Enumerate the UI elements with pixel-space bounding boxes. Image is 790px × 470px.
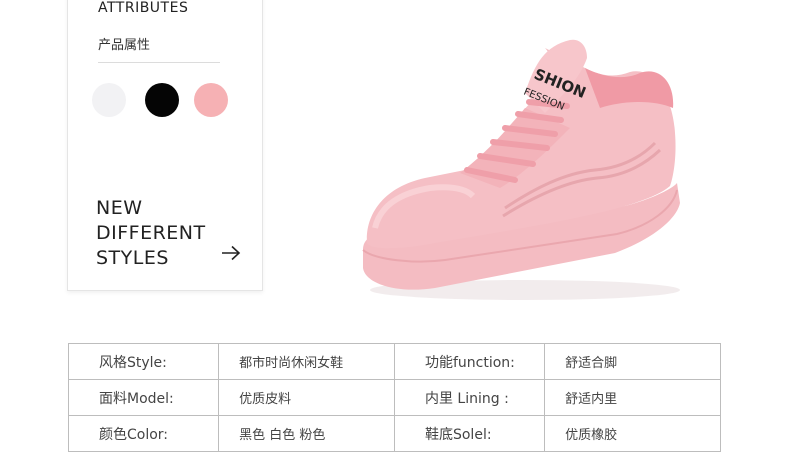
spec-value: 舒适合脚 <box>544 343 721 380</box>
spec-label: 风格Style: <box>67 343 220 380</box>
spec-label: 内里 Lining : <box>393 379 546 416</box>
spec-value: 舒适内里 <box>544 379 721 416</box>
divider <box>98 62 220 63</box>
attributes-title-en: ATTRIBUTES <box>98 0 189 16</box>
spec-value: 优质皮料 <box>218 379 395 416</box>
styles-line-1: NEW <box>96 197 143 219</box>
styles-line-3: STYLES <box>96 247 169 269</box>
spec-label: 面料Model: <box>67 379 220 416</box>
spec-label: 鞋底Solel: <box>393 415 546 452</box>
pink-sneaker-image: SHION FESSION <box>362 39 680 300</box>
table-row: 面料Model: 优质皮料 内里 Lining : 舒适内里 <box>67 379 721 416</box>
spec-label: 颜色Color: <box>67 415 220 452</box>
color-swatch-pink[interactable] <box>194 83 228 117</box>
spec-value: 优质橡胶 <box>544 415 721 452</box>
attributes-card: ATTRIBUTES 产品属性 NEW DIFFERENT STYLES <box>67 0 263 291</box>
arrow-right-icon[interactable] <box>220 245 242 261</box>
new-different-styles-heading: NEW DIFFERENT STYLES <box>96 196 206 271</box>
table-row: 风格Style: 都市时尚休闲女鞋 功能function: 舒适合脚 <box>67 343 721 380</box>
color-swatch-white[interactable] <box>92 83 126 117</box>
spec-value: 黑色 白色 粉色 <box>218 415 395 452</box>
spec-label: 功能function: <box>393 343 546 380</box>
styles-line-2: DIFFERENT <box>96 222 206 244</box>
attributes-title-cn: 产品属性 <box>98 38 151 53</box>
specs-table: 风格Style: 都市时尚休闲女鞋 功能function: 舒适合脚 面料Mod… <box>67 343 721 452</box>
table-row: 颜色Color: 黑色 白色 粉色 鞋底Solel: 优质橡胶 <box>67 415 721 452</box>
spec-value: 都市时尚休闲女鞋 <box>218 343 395 380</box>
color-swatch-black[interactable] <box>145 83 179 117</box>
